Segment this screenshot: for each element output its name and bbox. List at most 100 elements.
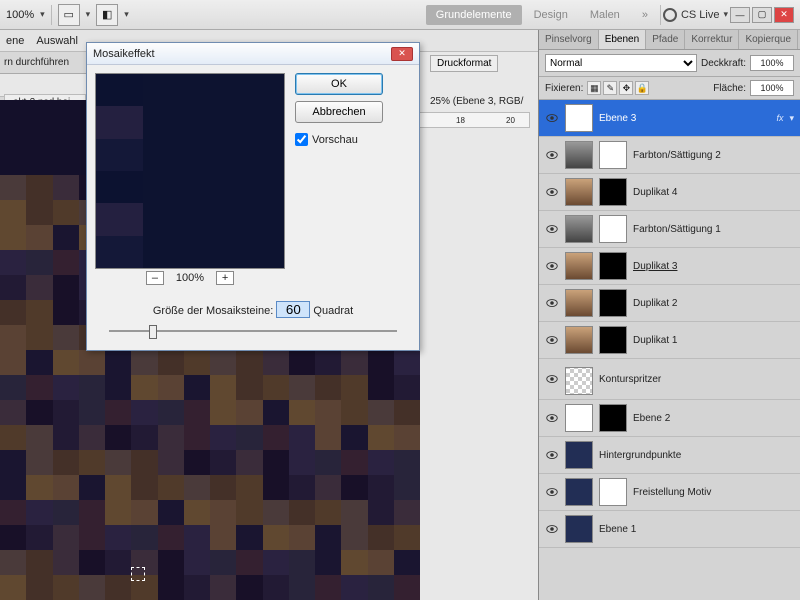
layer-name[interactable]: Duplikat 2 xyxy=(633,298,794,309)
cslive-ring-icon xyxy=(663,8,677,22)
chevron-down-icon[interactable]: ▾ xyxy=(789,113,794,124)
preview-check-input[interactable] xyxy=(295,133,308,146)
fill-input[interactable]: 100% xyxy=(750,80,794,96)
maximize-button[interactable]: ▢ xyxy=(752,7,772,23)
visibility-eye-icon[interactable] xyxy=(545,411,559,425)
visibility-eye-icon[interactable] xyxy=(545,222,559,236)
mask-thumb xyxy=(599,215,627,243)
adjustment-thumb xyxy=(565,141,593,169)
visibility-eye-icon[interactable] xyxy=(545,485,559,499)
print-format-button[interactable]: Druckformat xyxy=(430,55,498,72)
menu-item[interactable]: Auswahl xyxy=(36,35,78,47)
mosaic-dialog: Mosaikeffekt ✕ – 100% + OK Abbrechen Vor… xyxy=(86,42,420,351)
visibility-eye-icon[interactable] xyxy=(545,148,559,162)
lock-pixels-icon[interactable]: ✎ xyxy=(603,81,617,95)
close-button[interactable]: ✕ xyxy=(774,7,794,23)
layer-row[interactable]: Duplikat 3 xyxy=(539,248,800,285)
layer-row[interactable]: Duplikat 4 xyxy=(539,174,800,211)
layer-thumb xyxy=(565,104,593,132)
workspace-more[interactable]: » xyxy=(632,5,658,25)
visibility-eye-icon[interactable] xyxy=(545,448,559,462)
chevron-down-icon[interactable]: ▾ xyxy=(86,9,91,20)
dialog-preview[interactable] xyxy=(95,73,285,269)
layer-name[interactable]: Duplikat 4 xyxy=(633,187,794,198)
menu-item[interactable]: ene xyxy=(6,35,24,47)
lock-all-icon[interactable]: 🔒 xyxy=(635,81,649,95)
layer-row[interactable]: Ebene 3 fx ▾ xyxy=(539,100,800,137)
minimize-button[interactable]: — xyxy=(730,7,750,23)
mask-thumb xyxy=(599,404,627,432)
layer-name[interactable]: Ebene 1 xyxy=(599,524,794,535)
visibility-eye-icon[interactable] xyxy=(545,111,559,125)
panel-tab[interactable]: Korrektur xyxy=(685,30,739,49)
opacity-label: Deckkraft: xyxy=(701,58,746,69)
ok-button[interactable]: OK xyxy=(295,73,383,95)
layer-thumb xyxy=(565,252,593,280)
panels: Pinselvorg Ebenen Pfade Korrektur Kopier… xyxy=(538,30,800,600)
doc-status: Druckformat xyxy=(430,55,498,72)
opacity-input[interactable]: 100% xyxy=(750,55,794,71)
preview-checkbox[interactable]: Vorschau xyxy=(295,133,383,146)
layer-row[interactable]: Duplikat 2 xyxy=(539,285,800,322)
mask-thumb xyxy=(599,478,627,506)
workspace-tab-design[interactable]: Design xyxy=(524,5,578,25)
layer-name[interactable]: Duplikat 3 xyxy=(633,261,794,272)
lock-transparent-icon[interactable]: ▦ xyxy=(587,81,601,95)
visibility-eye-icon[interactable] xyxy=(545,333,559,347)
panel-tabs: Pinselvorg Ebenen Pfade Korrektur Kopier… xyxy=(539,30,800,50)
layer-row[interactable]: Duplikat 1 xyxy=(539,322,800,359)
tile-size-label: Größe der Mosaiksteine: xyxy=(153,305,273,317)
layer-thumb xyxy=(565,404,593,432)
layer-name[interactable]: Duplikat 1 xyxy=(633,335,794,346)
layer-thumb xyxy=(565,326,593,354)
layer-name[interactable]: Freistellung Motiv xyxy=(633,487,794,498)
mask-thumb xyxy=(599,252,627,280)
screen-mode-button[interactable]: ▭ xyxy=(58,4,80,26)
layer-thumb xyxy=(565,478,593,506)
layer-thumb xyxy=(565,515,593,543)
layer-name[interactable]: Hintergrundpunkte xyxy=(599,450,794,461)
zoom-out-button[interactable]: – xyxy=(146,271,164,285)
tile-size-input[interactable] xyxy=(276,301,310,318)
layer-name[interactable]: Farbton/Sättigung 1 xyxy=(633,224,794,235)
blend-mode-select[interactable]: Normal xyxy=(545,54,697,72)
layer-row[interactable]: Farbton/Sättigung 2 xyxy=(539,137,800,174)
arrange-button[interactable]: ◧ xyxy=(96,4,118,26)
cs-live-button[interactable]: CS Live▾ xyxy=(663,8,728,22)
fx-badge[interactable]: fx xyxy=(776,113,783,123)
layer-name[interactable]: Farbton/Sättigung 2 xyxy=(633,150,794,161)
layer-row[interactable]: Ebene 1 xyxy=(539,511,800,548)
panel-tab[interactable]: Pinselvorg xyxy=(539,30,599,49)
slider-thumb[interactable] xyxy=(149,325,157,339)
layer-row[interactable]: Hintergrundpunkte xyxy=(539,437,800,474)
mask-thumb xyxy=(599,141,627,169)
workspace-tab-grundelemente[interactable]: Grundelemente xyxy=(426,5,522,25)
panel-tab-layers[interactable]: Ebenen xyxy=(599,30,646,49)
layer-name[interactable]: Konturspritzer xyxy=(599,374,794,385)
layer-row[interactable]: Farbton/Sättigung 1 xyxy=(539,211,800,248)
zoom-value[interactable]: 100% xyxy=(6,9,34,21)
visibility-eye-icon[interactable] xyxy=(545,185,559,199)
layer-name[interactable]: Ebene 3 xyxy=(599,113,770,124)
visibility-eye-icon[interactable] xyxy=(545,372,559,386)
cancel-button[interactable]: Abbrechen xyxy=(295,101,383,123)
workspace-tab-malen[interactable]: Malen xyxy=(580,5,630,25)
chevron-down-icon[interactable]: ▾ xyxy=(40,9,45,20)
panel-tab[interactable]: Pfade xyxy=(646,30,685,49)
preview-zoom: 100% xyxy=(176,272,204,284)
lock-position-icon[interactable]: ✥ xyxy=(619,81,633,95)
visibility-eye-icon[interactable] xyxy=(545,296,559,310)
dialog-titlebar[interactable]: Mosaikeffekt ✕ xyxy=(87,43,419,65)
visibility-eye-icon[interactable] xyxy=(545,522,559,536)
layer-row[interactable]: Ebene 2 xyxy=(539,400,800,437)
visibility-eye-icon[interactable] xyxy=(545,259,559,273)
close-icon[interactable]: ✕ xyxy=(391,47,413,61)
layer-name[interactable]: Ebene 2 xyxy=(633,413,794,424)
panel-tab[interactable]: Kopierque xyxy=(739,30,798,49)
layer-row[interactable]: Freistellung Motiv xyxy=(539,474,800,511)
chevron-down-icon[interactable]: ▾ xyxy=(124,9,129,20)
layer-thumb xyxy=(565,178,593,206)
zoom-in-button[interactable]: + xyxy=(216,271,234,285)
tile-size-slider[interactable] xyxy=(103,322,403,340)
layer-row[interactable]: Konturspritzer xyxy=(539,359,800,400)
